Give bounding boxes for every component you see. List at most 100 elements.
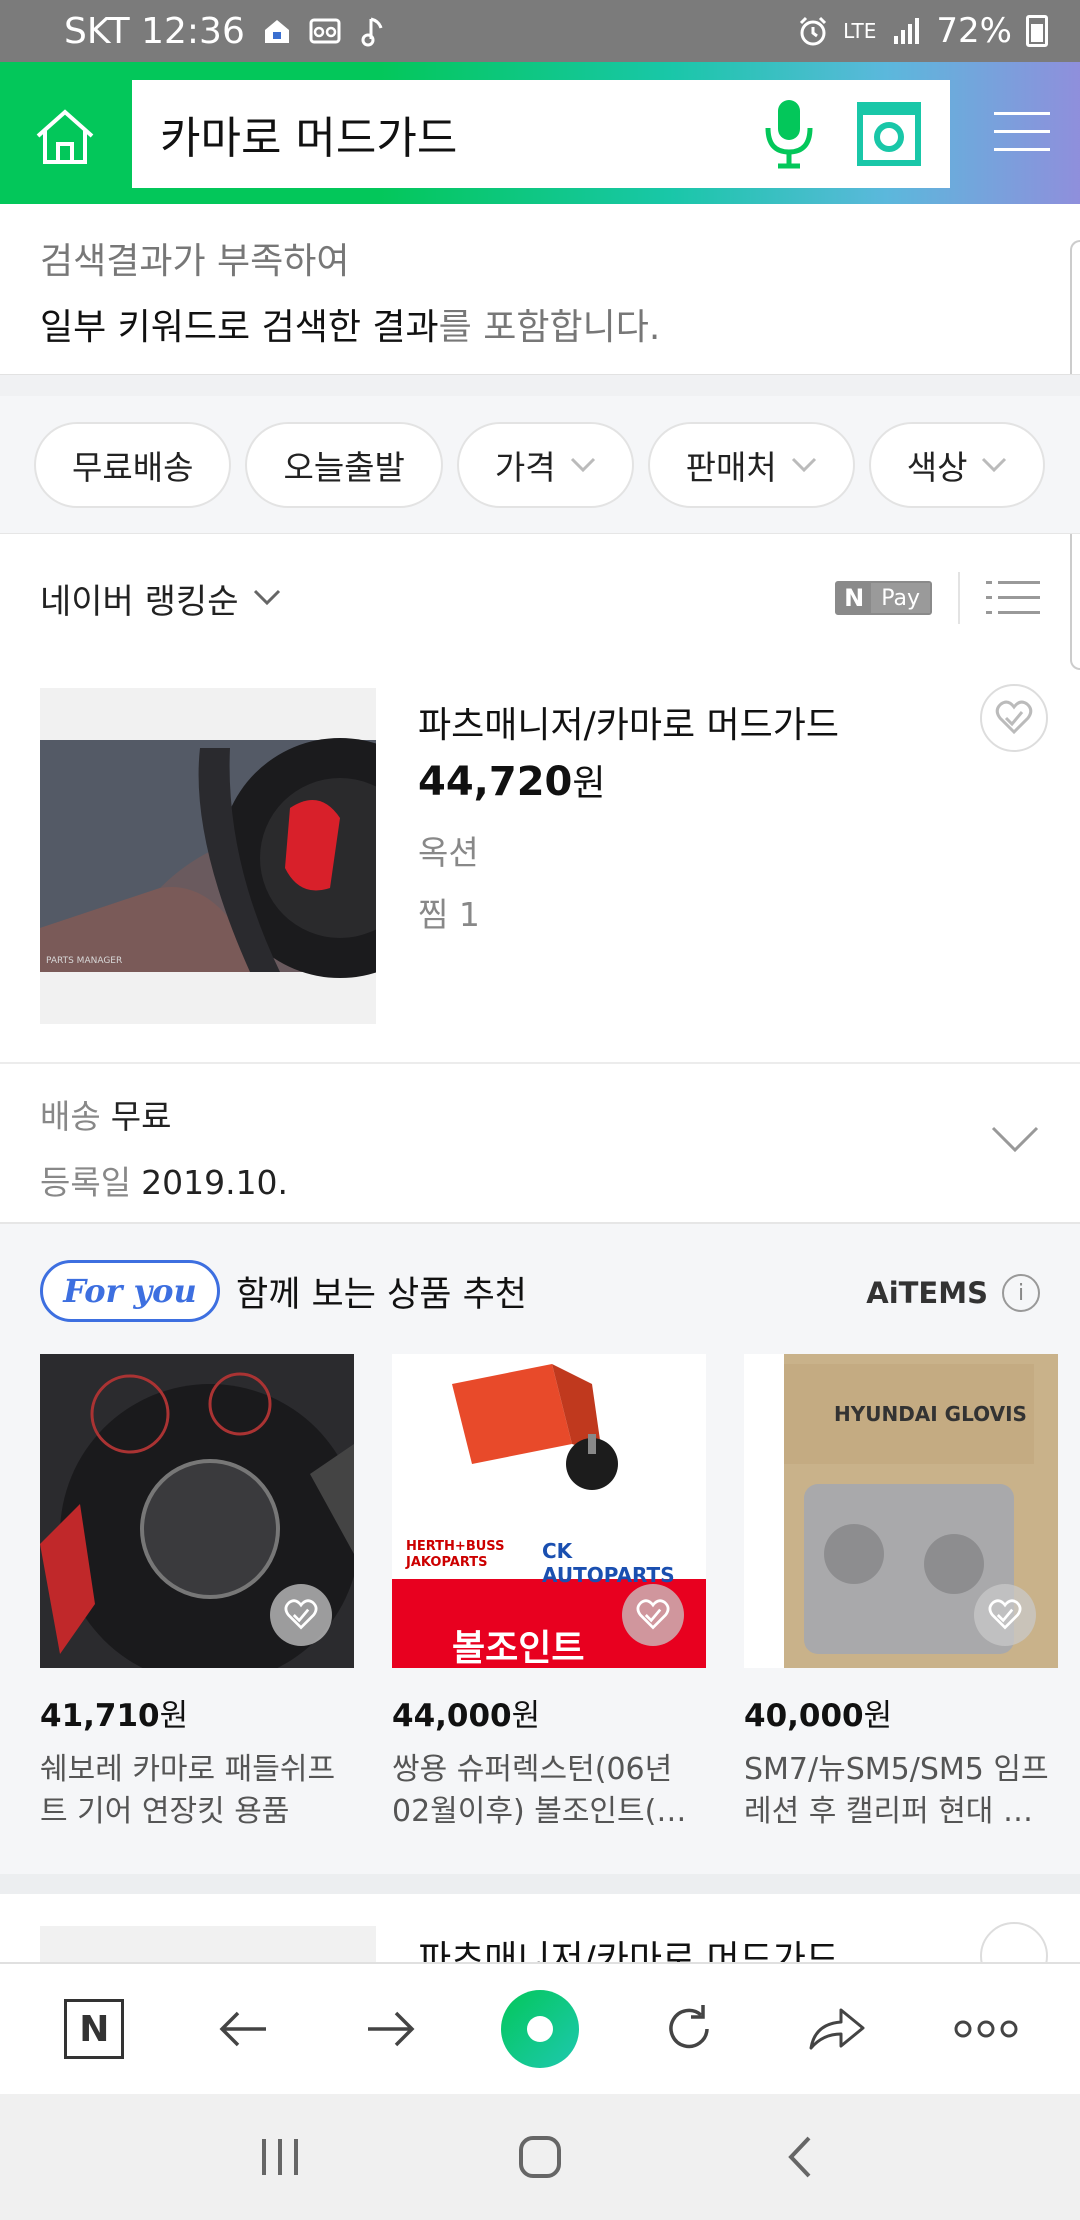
battery-percent: 72% (936, 11, 1012, 51)
filter-seller[interactable]: 판매처 (647, 421, 855, 508)
music-note-icon (357, 15, 389, 47)
filter-label: 판매처 (685, 447, 777, 487)
product-wish-count: 찜 1 (418, 895, 480, 934)
voice-search-button[interactable] (754, 94, 824, 174)
naver-n-icon: N (64, 1999, 125, 2059)
product-brand-text: HYUNDAI GLOVIS (834, 1402, 1027, 1426)
aitems-info[interactable]: AiTEMS i (866, 1274, 1040, 1312)
wishlist-button[interactable] (622, 1584, 684, 1646)
filter-today-dispatch[interactable]: 오늘출발 (245, 421, 443, 508)
sort-row: 네이버 랭킹순 N Pay (0, 534, 1080, 662)
expand-details-button[interactable] (990, 1124, 1040, 1154)
filter-free-shipping[interactable]: 무료배송 (34, 421, 232, 508)
green-dot-button[interactable] (500, 1989, 580, 2069)
recommendation-price: 40,000원 (744, 1690, 1058, 1735)
filter-label: 오늘출발 (283, 447, 405, 487)
camera-lens-icon (857, 102, 921, 166)
recommendation-price: 41,710원 (40, 1690, 354, 1735)
register-date-row: 등록일 2019.10. (40, 1156, 1040, 1204)
filter-price[interactable]: 가격 (456, 421, 634, 508)
notice-line-1: 검색결과가 부족하여 (40, 241, 350, 282)
status-bar: SKT 12:36 LTE 72% (0, 0, 1080, 62)
search-query: 카마로 머드가드 (160, 113, 458, 164)
filter-chips: 무료배송 오늘출발 가격 판매처 색상 (0, 396, 1080, 534)
product-title[interactable]: 파츠매니저/카마로 머드가드 (418, 1930, 839, 1964)
notice-line-2: 일부 키워드로 검색한 결과를 포함합니다. (40, 298, 1040, 350)
section-divider (0, 1874, 1080, 1894)
npay-filter-button[interactable]: N Pay (835, 581, 932, 615)
shipping-row: 배송 무료 (40, 1090, 1040, 1138)
recommendation-name[interactable]: SM7/뉴SM5/SM5 임프레션 후 캘리퍼 현대 … (744, 1749, 1058, 1833)
product-price: 44,720원 (418, 754, 605, 806)
product-card[interactable]: 파츠매니저/카마로 머드가드 (0, 1894, 1080, 1964)
battery-icon (1026, 15, 1048, 47)
forward-button[interactable] (351, 1989, 431, 2069)
chevron-down-icon (982, 457, 1007, 472)
back-nav-button[interactable] (770, 2127, 830, 2187)
home-button[interactable] (30, 102, 110, 182)
search-header: 카마로 머드가드 (0, 62, 1080, 204)
wishlist-button[interactable] (980, 684, 1048, 752)
recommendation-name[interactable]: 쉐보레 카마로 패들쉬프트 기어 연장킷 용품 (40, 1749, 354, 1833)
sort-label: 네이버 랭킹순 (40, 581, 239, 622)
back-button[interactable] (203, 1989, 283, 2069)
microphone-icon (765, 100, 813, 169)
sort-dropdown[interactable]: 네이버 랭킹순 (40, 574, 281, 623)
list-view-icon (986, 581, 1040, 614)
recommendation-item[interactable]: HERTH+BUSS JAKOPARTS CK AUTOPARTS 볼조인트 4… (392, 1354, 706, 1833)
lens-search-button[interactable] (854, 99, 924, 169)
system-nav-bar (0, 2094, 1080, 2220)
more-dots-icon (954, 2020, 1018, 2038)
search-input[interactable]: 카마로 머드가드 (132, 80, 950, 188)
recommendation-price: 44,000원 (392, 1690, 706, 1735)
price-currency: 원 (511, 1698, 541, 1734)
recommendation-name[interactable]: 쌍용 슈퍼렉스턴(06년02월이후) 볼조인트(… (392, 1749, 706, 1833)
filter-label: 색상 (906, 447, 968, 487)
shipping-label: 배송 (40, 1097, 101, 1136)
product-card[interactable]: PARTS MANAGER 파츠매니저/카마로 머드가드 44,720원 옥션 … (0, 662, 1080, 1064)
naver-home-button[interactable]: N (54, 1989, 134, 2069)
wishlist-button[interactable] (980, 1922, 1048, 1964)
home-security-icon (261, 15, 293, 47)
product-price-value: 44,720 (418, 759, 573, 805)
home-icon (36, 109, 94, 164)
recommendation-item[interactable]: HYUNDAI GLOVIS 40,000원 SM7/뉴SM5/SM5 임프레션… (744, 1354, 1058, 1833)
recommendation-list: 41,710원 쉐보레 카마로 패들쉬프트 기어 연장킷 용품 HERTH+BU… (40, 1354, 1058, 1833)
product-option: 옥션 (418, 833, 479, 872)
menu-button[interactable] (994, 112, 1050, 158)
product-price-currency: 원 (572, 763, 606, 804)
product-image[interactable]: PARTS MANAGER (40, 688, 376, 1024)
more-button[interactable] (946, 1989, 1026, 2069)
voicemail-icon (309, 15, 341, 47)
npay-pay-label: Pay (871, 583, 930, 613)
home-nav-button[interactable] (510, 2127, 570, 2187)
recommendation-item[interactable]: 41,710원 쉐보레 카마로 패들쉬프트 기어 연장킷 용품 (40, 1354, 354, 1833)
recommendation-header: For you 함께 보는 상품 추천 (40, 1260, 527, 1322)
chevron-down-icon (253, 589, 280, 606)
search-notice: 검색결과가 부족하여 일부 키워드로 검색한 결과를 포함합니다. (0, 204, 1080, 374)
wishlist-button[interactable] (974, 1584, 1036, 1646)
info-icon[interactable]: i (1002, 1274, 1040, 1312)
notice-line-2-rest: 를 포함합니다. (438, 307, 661, 348)
wishlist-button[interactable] (270, 1584, 332, 1646)
filter-label: 가격 (494, 447, 556, 487)
share-button[interactable] (797, 1989, 877, 2069)
section-divider (0, 374, 1080, 396)
list-view-button[interactable] (986, 578, 1040, 618)
price-value: 41,710 (40, 1698, 160, 1734)
product-image[interactable] (40, 1926, 376, 1964)
recommendation-image[interactable]: HYUNDAI GLOVIS (744, 1354, 1058, 1668)
carrier-time: SKT 12:36 (64, 10, 245, 52)
menu-icon-line (994, 148, 1050, 151)
arrow-left-icon (219, 2011, 266, 2047)
refresh-button[interactable] (649, 1989, 729, 2069)
register-date-label: 등록일 (40, 1163, 132, 1202)
green-dot-icon (500, 1990, 579, 2068)
product-title[interactable]: 파츠매니저/카마로 머드가드 (418, 696, 839, 748)
recent-apps-button[interactable] (250, 2127, 310, 2187)
price-currency: 원 (159, 1698, 189, 1734)
recommendation-image[interactable] (40, 1354, 354, 1668)
recommendation-image[interactable]: HERTH+BUSS JAKOPARTS CK AUTOPARTS 볼조인트 (392, 1354, 706, 1668)
filter-color[interactable]: 색상 (868, 421, 1046, 508)
arrow-right-icon (368, 2011, 415, 2047)
